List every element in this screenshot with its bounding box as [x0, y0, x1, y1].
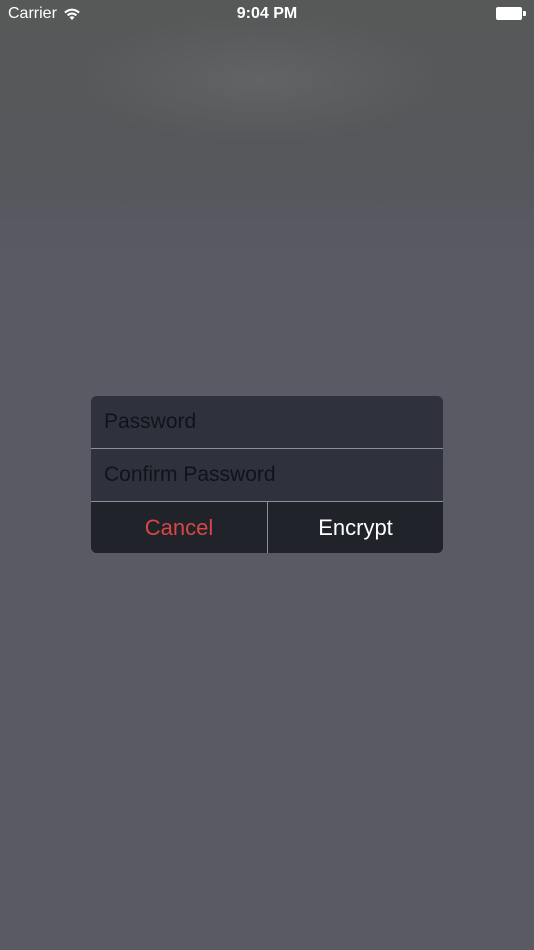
encrypt-button[interactable]: Encrypt: [268, 502, 443, 553]
battery-tip: [523, 11, 526, 16]
battery-level: [496, 7, 522, 20]
confirm-password-input[interactable]: [104, 463, 424, 487]
confirm-field-container: [91, 449, 443, 501]
password-field-container: [91, 396, 443, 448]
clock: 9:04 PM: [236, 5, 298, 22]
cancel-button[interactable]: Cancel: [91, 502, 267, 553]
encrypt-dialog: Cancel Encrypt: [91, 396, 443, 553]
status-bar: Carrier 9:04 PM: [0, 0, 534, 28]
battery-icon: [496, 7, 526, 20]
password-input[interactable]: [104, 410, 424, 434]
